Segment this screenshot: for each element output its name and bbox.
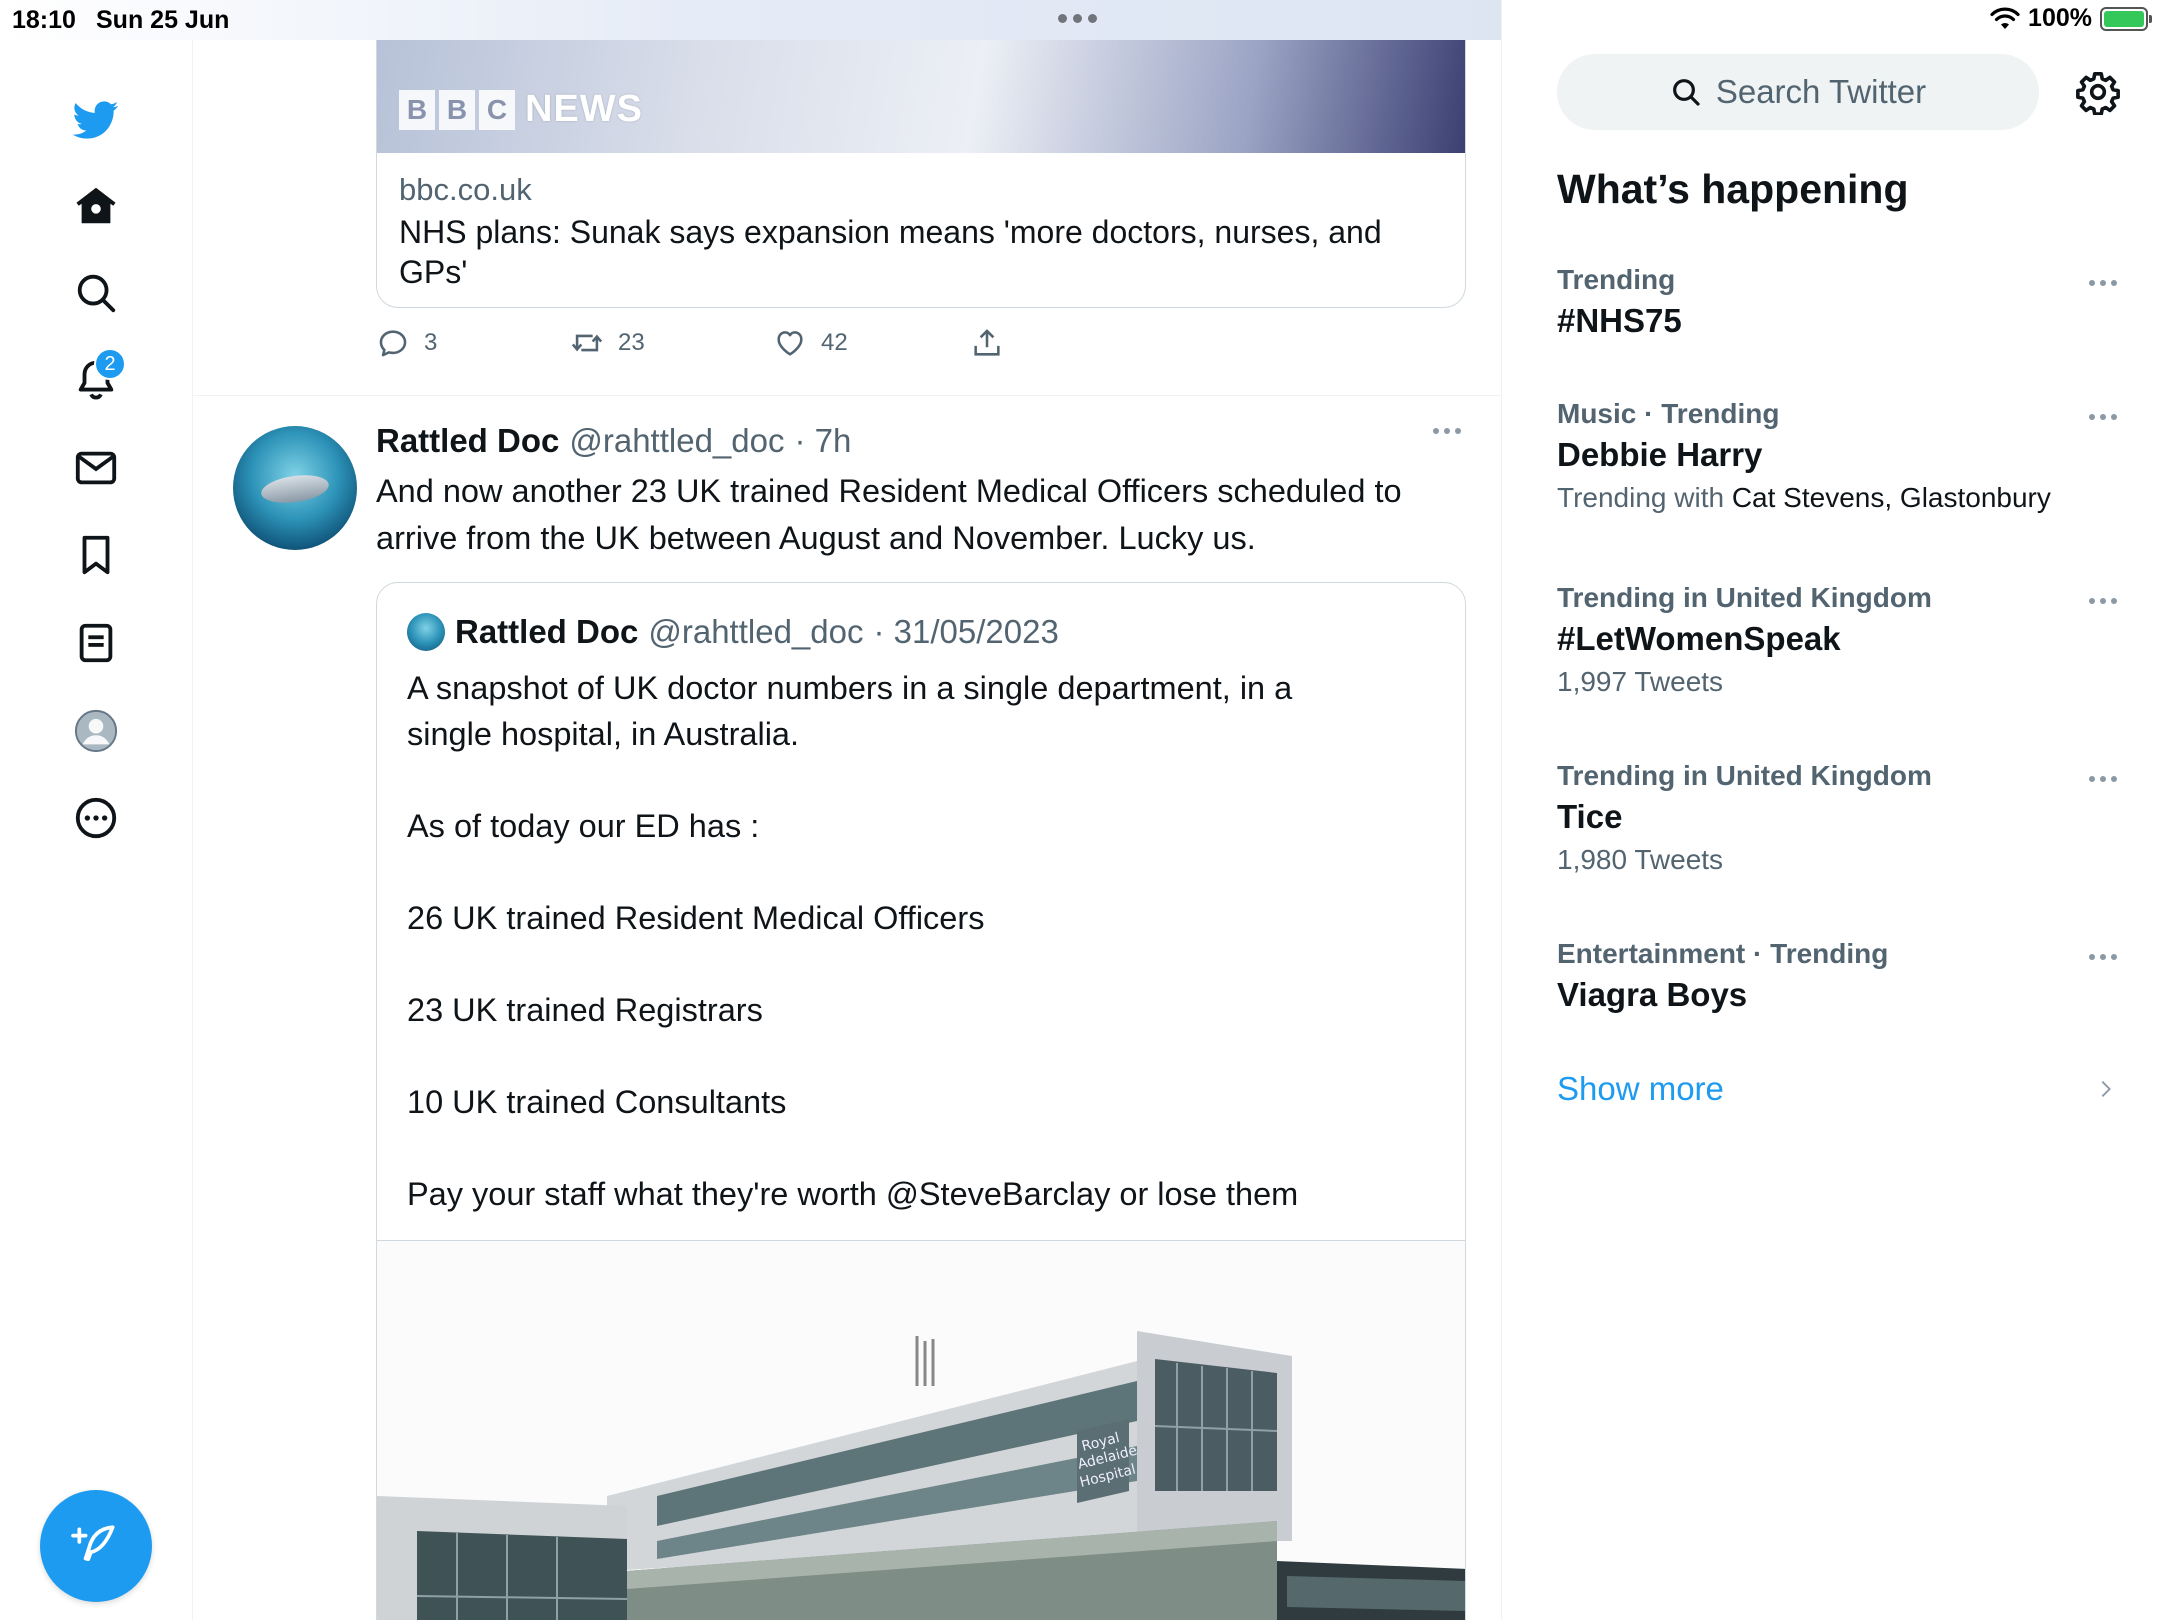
retweet-button[interactable]: 23 xyxy=(570,326,645,360)
trend-name: #NHS75 xyxy=(1557,302,1682,339)
trend-item[interactable]: Entertainment · Trending Viagra Boys xyxy=(1557,938,2117,1014)
author-handle[interactable]: @rahttled_doc xyxy=(569,422,784,460)
bookmarks-icon[interactable] xyxy=(64,523,128,587)
trend-category: Entertainment · Trending xyxy=(1557,938,1889,969)
trend-name: Tice xyxy=(1557,798,1623,835)
quoted-author-avatar xyxy=(407,613,445,651)
share-button[interactable] xyxy=(970,326,1004,360)
tweet-actions: 3 23 42 xyxy=(376,326,1276,370)
trend-context: Trending with Cat Stevens, Glastonbury xyxy=(1557,482,2051,513)
explore-search-icon[interactable] xyxy=(64,261,128,325)
trend-item[interactable]: Trending in United Kingdom #LetWomenSpea… xyxy=(1557,582,2117,698)
trend-tweet-count: 1,980 Tweets xyxy=(1557,844,1724,875)
search-input[interactable]: Search Twitter xyxy=(1557,54,2039,130)
trend-item[interactable]: Trending #NHS75 xyxy=(1557,264,2117,340)
notifications-icon[interactable]: 2 xyxy=(64,348,128,412)
trend-item[interactable]: Music · Trending Debbie Harry Trending w… xyxy=(1557,398,2117,514)
trend-more-icon[interactable] xyxy=(2089,280,2117,286)
link-title: NHS plans: Sunak says expansion means 'm… xyxy=(399,214,1382,290)
reply-button[interactable]: 3 xyxy=(376,326,437,360)
twitter-logo-icon[interactable] xyxy=(64,88,128,152)
quoted-line: 23 UK trained Registrars xyxy=(407,992,763,1028)
trend-name: Viagra Boys xyxy=(1557,976,1748,1013)
reply-count: 3 xyxy=(424,329,438,356)
like-count: 42 xyxy=(821,329,848,356)
link-preview-image: B B C NEWS xyxy=(377,40,1465,153)
share-icon xyxy=(974,329,1000,356)
quoted-line: A snapshot of UK doctor numbers in a sin… xyxy=(407,670,1293,752)
show-more-link[interactable]: Show more xyxy=(1557,1070,2117,1108)
trend-category: Music · Trending xyxy=(1557,398,1780,429)
trend-category: Trending in United Kingdom xyxy=(1557,582,1932,613)
search-icon xyxy=(1672,79,1700,106)
hospital-photo[interactable]: Royal Adelaide Hospital xyxy=(377,1240,1465,1620)
author-name[interactable]: Rattled Doc xyxy=(376,422,559,460)
bbc-news-logo: B B C NEWS xyxy=(399,88,643,131)
trend-more-icon[interactable] xyxy=(2089,954,2117,960)
hospital-building-image: Royal Adelaide Hospital xyxy=(377,1241,1465,1620)
author-avatar[interactable] xyxy=(233,426,357,550)
like-button[interactable]: 42 xyxy=(773,326,848,360)
tweet-header: Rattled Doc @rahttled_doc · 7h xyxy=(376,422,851,460)
heart-icon xyxy=(777,331,803,356)
status-time: 18:10 xyxy=(12,6,76,34)
chevron-right-icon xyxy=(2101,1081,2111,1097)
quoted-line: 26 UK trained Resident Medical Officers xyxy=(407,900,985,936)
tweet-divider xyxy=(193,395,1501,396)
trend-more-icon[interactable] xyxy=(2089,414,2117,420)
right-sidebar: Search Twitter What’s happening Trending… xyxy=(1502,0,2160,1620)
retweet-count: 23 xyxy=(618,329,645,356)
retweet-icon xyxy=(571,334,603,352)
trend-tweet-count: 1,997 Tweets xyxy=(1557,666,1724,697)
trend-category: Trending in United Kingdom xyxy=(1557,760,1932,791)
tweet-more-icon[interactable] xyxy=(1433,428,1461,434)
quoted-tweet-date: · 31/05/2023 xyxy=(873,613,1059,650)
quoted-author-name: Rattled Doc xyxy=(455,613,639,650)
whats-happening-title: What’s happening xyxy=(1557,166,1909,212)
trend-category: Trending xyxy=(1557,264,1676,295)
messages-icon[interactable] xyxy=(64,436,128,500)
quoted-line: Pay your staff what they're worth @Steve… xyxy=(407,1176,1299,1212)
quoted-tweet[interactable]: Rattled Doc @rahttled_doc · 31/05/2023 A… xyxy=(376,582,1466,1620)
quoted-tweet-header: Rattled Doc @rahttled_doc · 31/05/2023 xyxy=(407,613,1059,651)
search-placeholder: Search Twitter xyxy=(1715,73,1927,110)
quoted-line: 10 UK trained Consultants xyxy=(407,1084,787,1120)
left-navigation: 2 xyxy=(0,40,193,1620)
home-icon[interactable] xyxy=(64,174,128,238)
more-options-icon[interactable] xyxy=(64,786,128,850)
trend-name: Debbie Harry xyxy=(1557,436,1763,473)
link-preview-card[interactable]: B B C NEWS bbc.co.uk NHS plans: Sunak sa… xyxy=(376,40,1466,308)
quoted-tweet-text: A snapshot of UK doctor numbers in a sin… xyxy=(407,665,1437,1217)
notifications-badge: 2 xyxy=(94,348,126,380)
link-domain: bbc.co.uk xyxy=(399,172,532,207)
quoted-author-handle: @rahttled_doc xyxy=(648,613,864,650)
show-more-label: Show more xyxy=(1557,1070,1724,1107)
trend-more-icon[interactable] xyxy=(2089,776,2117,782)
trend-name: #LetWomenSpeak xyxy=(1557,620,1841,657)
quoted-line: As of today our ED has : xyxy=(407,808,760,844)
reply-icon xyxy=(379,330,407,357)
profile-avatar-icon[interactable] xyxy=(64,699,128,763)
tweet-time[interactable]: · 7h xyxy=(795,422,852,460)
trend-item[interactable]: Trending in United Kingdom Tice 1,980 Tw… xyxy=(1557,760,2117,876)
lists-icon[interactable] xyxy=(64,611,128,675)
tweet-text: And now another 23 UK trained Resident M… xyxy=(376,473,1402,556)
timeline: B B C NEWS bbc.co.uk NHS plans: Sunak sa… xyxy=(193,0,1502,1620)
compose-tweet-button[interactable] xyxy=(40,1490,152,1602)
settings-gear-icon[interactable] xyxy=(2072,66,2124,118)
compose-feather-icon xyxy=(71,1525,115,1561)
trend-more-icon[interactable] xyxy=(2089,598,2117,604)
